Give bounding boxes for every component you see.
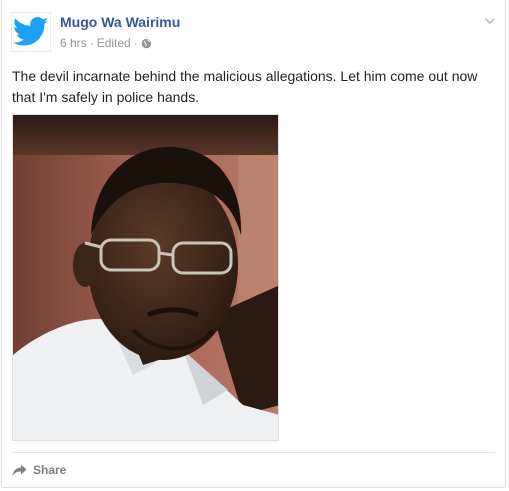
share-button[interactable]: Share	[12, 460, 66, 480]
twitter-bird-icon	[13, 17, 49, 46]
post-timestamp[interactable]: 6 hrs	[60, 36, 87, 50]
meta-separator: ·	[89, 36, 94, 50]
author-name[interactable]: Mugo Wa Wairimu	[60, 14, 180, 30]
share-arrow-icon	[12, 464, 27, 476]
meta-separator-2: ·	[133, 36, 138, 50]
post-photo[interactable]	[12, 114, 279, 441]
post-meta: 6 hrs · Edited ·	[60, 36, 152, 50]
chevron-down-icon[interactable]	[483, 14, 497, 28]
edited-label[interactable]: Edited	[97, 36, 131, 50]
share-label: Share	[33, 463, 67, 477]
globe-icon[interactable]	[141, 38, 152, 49]
post-text: The devil incarnate behind the malicious…	[12, 68, 478, 105]
photo-image	[13, 115, 278, 440]
post-card: Mugo Wa Wairimu 6 hrs · Edited · The dev…	[1, 0, 506, 488]
avatar[interactable]	[11, 12, 51, 52]
action-divider	[12, 452, 495, 453]
